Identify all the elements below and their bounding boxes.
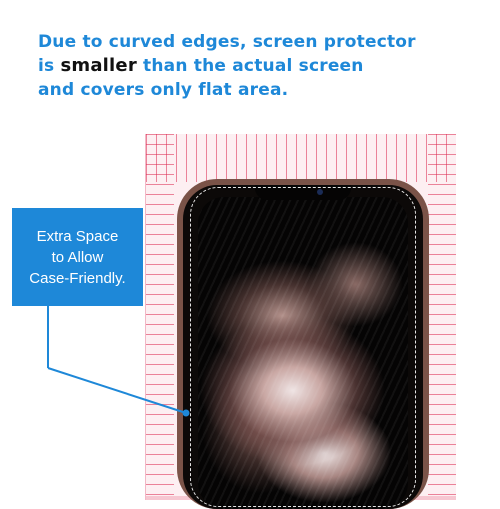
headline-line-2: is smaller than the actual screen xyxy=(38,54,468,78)
extra-space-callout: Extra Space to Allow Case-Friendly. xyxy=(12,208,143,306)
callout-text: Extra Space to Allow Case-Friendly. xyxy=(29,226,125,289)
headline: Due to curved edges, screen protector is… xyxy=(38,30,468,102)
headline-line-3: and covers only flat area. xyxy=(38,80,289,100)
callout-line-1: Extra Space xyxy=(36,227,119,245)
callout-line-2: to Allow xyxy=(51,248,104,266)
callout-line-3: Case-Friendly. xyxy=(29,269,126,287)
headline-emphasis-smaller: smaller xyxy=(60,55,137,76)
headline-line-2-prefix: is xyxy=(38,56,61,76)
ruler-right-scale xyxy=(428,134,456,500)
screen-protector-outline xyxy=(190,187,416,507)
headline-line-1: Due to curved edges, screen protector xyxy=(38,32,416,52)
headline-line-2-suffix: than the actual screen xyxy=(136,56,364,76)
